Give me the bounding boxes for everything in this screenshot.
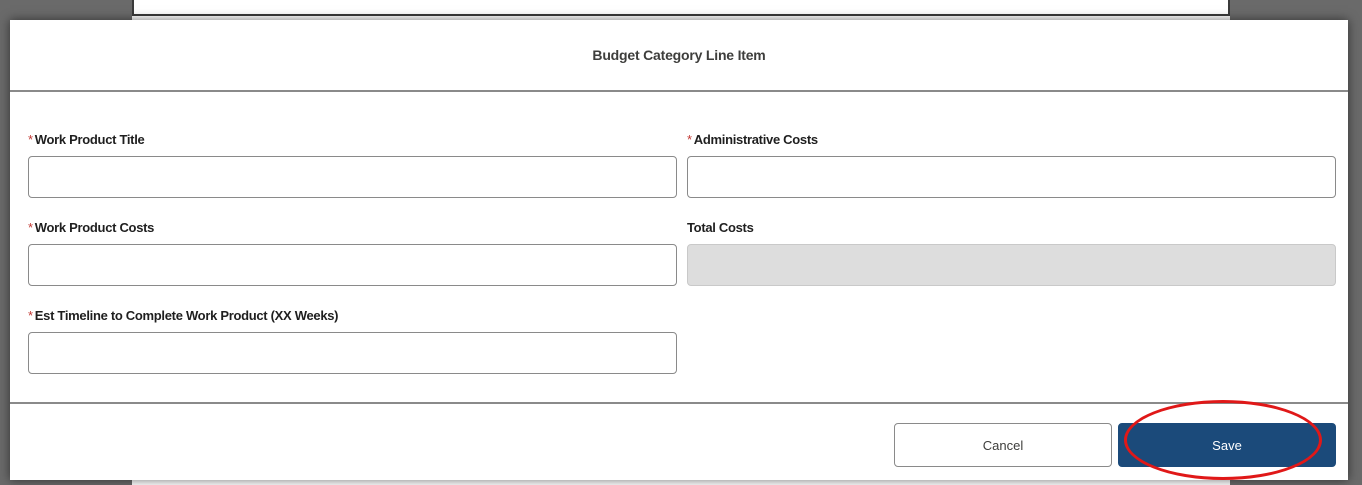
est-timeline-input[interactable]	[28, 332, 677, 374]
administrative-costs-label: * Administrative Costs	[687, 132, 818, 147]
administrative-costs-input[interactable]	[687, 156, 1336, 198]
required-marker: *	[28, 220, 33, 235]
work-product-costs-label: * Work Product Costs	[28, 220, 155, 235]
work-product-costs-input[interactable]	[28, 244, 677, 286]
administrative-costs-field: * Administrative Costs	[687, 132, 1336, 202]
total-costs-label: Total Costs	[687, 220, 754, 235]
modal-footer: Cancel Save	[10, 402, 1348, 480]
modal-header: Budget Category Line Item	[10, 20, 1348, 92]
work-product-title-field: * Work Product Title	[28, 132, 677, 202]
work-product-title-label: * Work Product Title	[28, 132, 145, 147]
modal-title: Budget Category Line Item	[592, 47, 766, 63]
est-timeline-label: * Est Timeline to Complete Work Product (…	[28, 308, 339, 323]
required-marker: *	[28, 132, 33, 147]
total-costs-input	[687, 244, 1336, 286]
work-product-costs-field: * Work Product Costs	[28, 220, 677, 290]
required-marker: *	[687, 132, 692, 147]
required-marker: *	[28, 308, 33, 323]
background-top-bar	[132, 0, 1230, 16]
est-timeline-field: * Est Timeline to Complete Work Product (…	[28, 308, 677, 378]
work-product-title-input[interactable]	[28, 156, 677, 198]
total-costs-field: Total Costs	[687, 220, 1336, 290]
save-button[interactable]: Save	[1118, 423, 1336, 467]
cancel-button[interactable]: Cancel	[894, 423, 1112, 467]
budget-line-item-modal: Budget Category Line Item * Work Product …	[10, 20, 1348, 480]
